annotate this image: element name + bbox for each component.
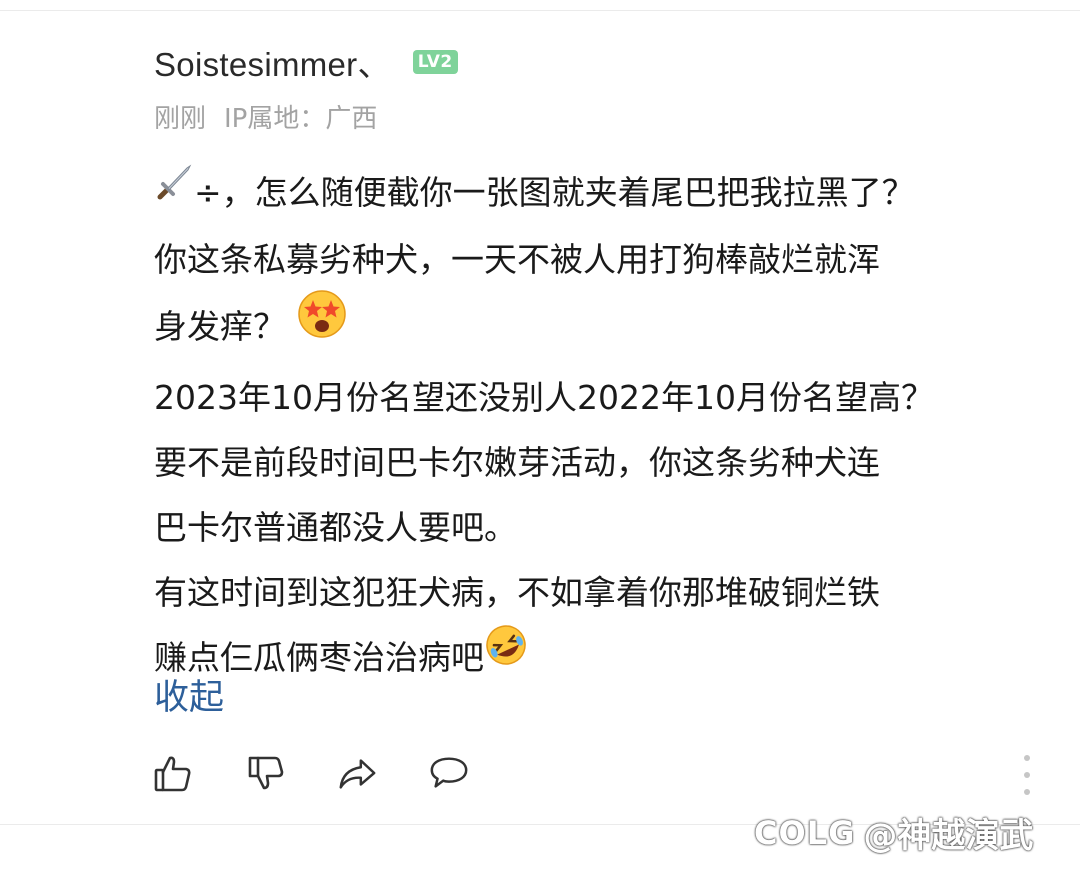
sword-emoji-icon (154, 158, 194, 223)
watermark-logo: COLG (754, 813, 856, 852)
comment-line: 有这时间到这犯狂犬病，不如拿着你那堆破铜烂铁 (154, 573, 880, 612)
starstruck-emoji-icon (296, 288, 348, 361)
like-button[interactable] (152, 752, 194, 794)
username[interactable]: Soistesimmer、 (154, 38, 391, 86)
action-bar (152, 752, 470, 794)
post-time: 刚刚 (154, 104, 207, 134)
comment-body: ÷，怎么随便截你一张图就夹着尾巴把我拉黑了？ 你这条私募劣种犬，一天不被人用打狗… (154, 160, 1044, 692)
dislike-button[interactable] (244, 752, 286, 794)
ip-location: IP属地：广西 (224, 104, 378, 134)
share-icon (339, 759, 376, 789)
comment-line: 巴卡尔普通都没人要吧。 (154, 508, 517, 547)
comment-line: 身发痒？ (154, 290, 1044, 365)
more-options-button[interactable] (1013, 755, 1041, 795)
comment-icon (430, 757, 468, 788)
rofl-emoji-icon (484, 623, 528, 688)
share-button[interactable] (336, 752, 378, 794)
comment-line: 你这条私募劣种犬，一天不被人用打狗棒敲烂就浑 (154, 240, 880, 279)
comment-meta: 刚刚 IP属地：广西 (154, 98, 377, 135)
comment-line: 赚点仨瓜俩枣治治病吧 (154, 625, 1044, 692)
level-badge: LV2 (412, 50, 458, 74)
more-vertical-icon (1024, 755, 1030, 761)
comment-header: Soistesimmer、 LV2 (154, 40, 458, 84)
comment-line: 2023年10月份名望还没别人2022年10月份名望高？ (154, 378, 934, 417)
collapse-link[interactable]: 收起 (154, 672, 224, 724)
comment-line: ÷，怎么随便截你一张图就夹着尾巴把我拉黑了？ (154, 160, 1044, 227)
watermark: COLG @神越演武 (754, 808, 1033, 857)
reply-button[interactable] (428, 752, 470, 794)
watermark-text: @神越演武 (863, 816, 1034, 856)
thumbs-up-icon (154, 756, 191, 792)
top-divider (0, 10, 1080, 11)
thumbs-down-icon (248, 756, 284, 790)
comment-line: 要不是前段时间巴卡尔嫩芽活动，你这条劣种犬连 (154, 443, 880, 482)
